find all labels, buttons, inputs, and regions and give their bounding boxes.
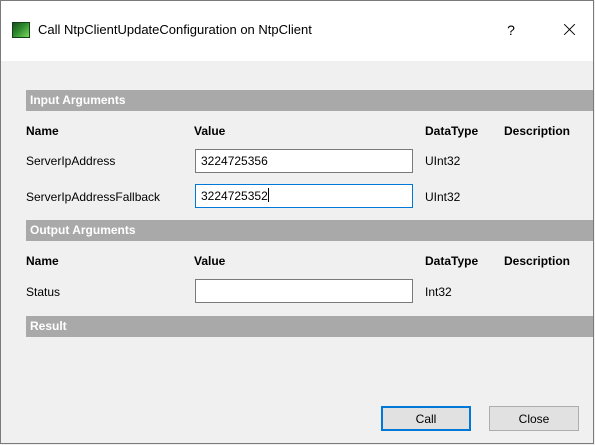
close-button[interactable]: Close bbox=[489, 406, 579, 431]
input-row-name: ServerIpAddress bbox=[26, 154, 116, 168]
input-row-name: ServerIpAddressFallback bbox=[26, 190, 161, 204]
field-value: 3224725356 bbox=[201, 154, 268, 168]
app-icon bbox=[12, 22, 30, 38]
server-ip-address-field[interactable]: 3224725356 bbox=[195, 149, 413, 173]
close-icon[interactable] bbox=[549, 14, 589, 46]
input-name-header: Name bbox=[26, 124, 59, 138]
output-value-header: Value bbox=[194, 254, 226, 268]
text-caret bbox=[267, 188, 269, 202]
server-ip-address-fallback-field[interactable]: 3224725352 bbox=[195, 184, 413, 208]
input-row-datatype: UInt32 bbox=[425, 154, 461, 168]
input-arguments-header: Input Arguments bbox=[26, 90, 593, 111]
title-bar: Call NtpClientUpdateConfiguration on Ntp… bbox=[1, 1, 593, 61]
result-header: Result bbox=[26, 316, 593, 337]
input-row-datatype: UInt32 bbox=[425, 190, 461, 204]
input-value-header: Value bbox=[194, 124, 226, 138]
window-title: Call NtpClientUpdateConfiguration on Ntp… bbox=[38, 22, 312, 37]
input-description-header: Description bbox=[504, 124, 571, 138]
output-description-header: Description bbox=[504, 254, 571, 268]
call-button[interactable]: Call bbox=[381, 406, 471, 431]
help-button[interactable]: ? bbox=[491, 14, 531, 46]
output-row-datatype: Int32 bbox=[425, 285, 452, 299]
method-call-dialog: Call NtpClientUpdateConfiguration on Ntp… bbox=[0, 0, 594, 444]
output-arguments-header: Output Arguments bbox=[26, 220, 593, 241]
output-row-name: Status bbox=[26, 285, 61, 299]
input-datatype-header: DataType bbox=[425, 124, 479, 138]
output-datatype-header: DataType bbox=[425, 254, 479, 268]
output-name-header: Name bbox=[26, 254, 59, 268]
status-field[interactable] bbox=[195, 279, 413, 303]
field-value: 3224725352 bbox=[201, 189, 268, 203]
